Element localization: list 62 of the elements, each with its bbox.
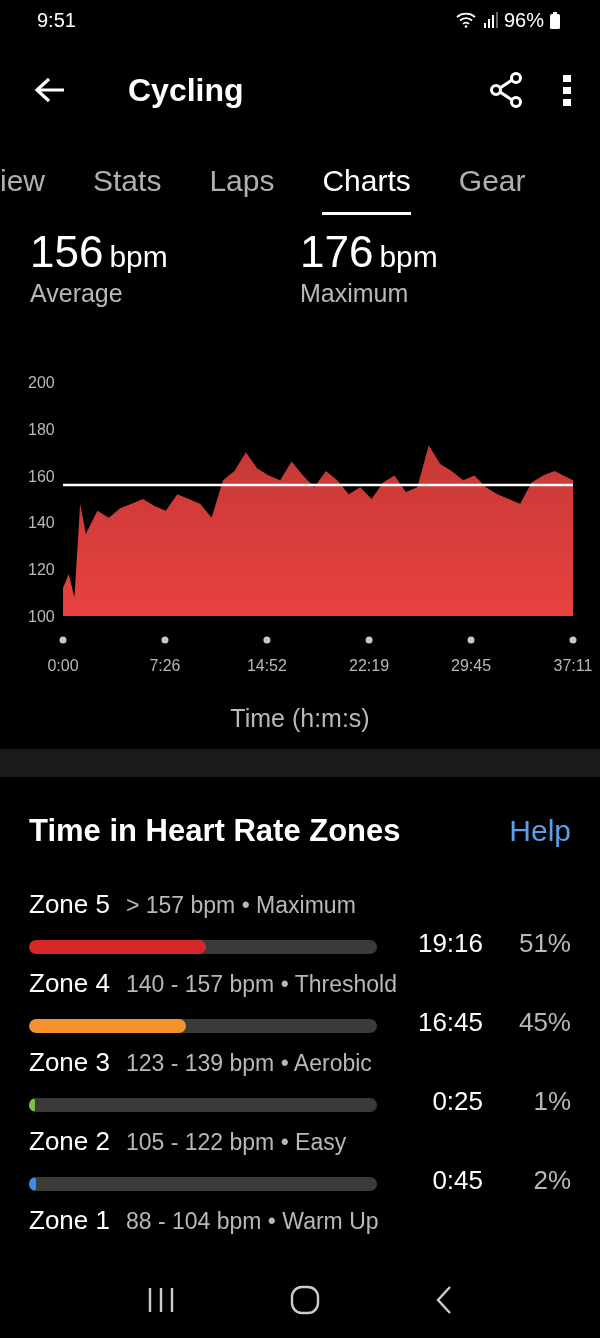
battery-percent: 96% [503, 8, 544, 32]
zone-range: 140 - 157 bpm • Threshold [125, 971, 397, 998]
x-tick-dot [365, 636, 373, 644]
zone-range: 123 - 139 bpm • Aerobic [125, 1050, 372, 1077]
x-tick-label: 22:19 [349, 657, 390, 674]
zone-percent: 1% [532, 1086, 571, 1118]
stat-value: 176 [300, 227, 374, 277]
recent-apps-button[interactable] [147, 1287, 176, 1313]
section-title: Time in Heart Rate Zones [29, 813, 401, 849]
screen-title: Cycling [128, 71, 245, 109]
wifi-icon [455, 12, 478, 28]
x-tick-label: 0:00 [47, 657, 79, 674]
stat-label: Average [30, 279, 124, 308]
stat-unit: bpm [379, 240, 438, 274]
zone-name: Zone 5 [29, 889, 110, 920]
tab[interactable]: Charts [322, 142, 411, 215]
stat-unit: bpm [109, 240, 168, 274]
x-tick-dot [263, 636, 271, 644]
back-nav-button[interactable] [434, 1285, 453, 1315]
x-tick-label: 29:45 [451, 657, 492, 674]
x-tick-dot [569, 636, 577, 644]
y-tick-label: 200 [28, 374, 55, 391]
home-button[interactable] [290, 1285, 320, 1315]
tab[interactable]: Stats [93, 142, 162, 215]
x-tick-label: 37:11 [553, 657, 593, 674]
y-tick-label: 140 [28, 514, 55, 532]
x-tick-dot [467, 636, 475, 644]
zone-range: 88 - 104 bpm • Warm Up [125, 1208, 379, 1235]
tab[interactable]: iew [0, 142, 45, 215]
stat-value: 156 [30, 227, 104, 277]
help-link[interactable]: Help [509, 814, 571, 848]
zone-range: 105 - 122 bpm • Easy [125, 1129, 347, 1156]
zone-time: 19:16 [416, 928, 483, 960]
y-tick-label: 160 [28, 467, 55, 485]
x-tick-label: 7:26 [149, 657, 181, 674]
zone-name: Zone 2 [29, 1126, 110, 1157]
zone-time: 16:45 [416, 1007, 483, 1039]
zone-time: 0:45 [431, 1165, 483, 1197]
tab[interactable]: Gear [458, 142, 526, 215]
more-options-button[interactable] [562, 74, 572, 106]
status-time: 9:51 [37, 8, 76, 32]
back-button[interactable] [34, 76, 66, 104]
zone-name: Zone 1 [29, 1205, 110, 1236]
x-tick-dot [59, 636, 67, 644]
battery-icon [550, 11, 560, 29]
signal-icon [483, 12, 498, 28]
zone-time: 0:25 [431, 1086, 483, 1118]
zone-range: > 157 bpm • Maximum [125, 892, 356, 919]
x-axis-title: Time (h:m:s) [230, 704, 370, 732]
x-tick-label: 14:52 [246, 657, 287, 674]
tab[interactable]: Laps [209, 142, 275, 215]
zone-percent: 51% [517, 928, 571, 960]
zone-name: Zone 3 [29, 1047, 110, 1078]
x-tick-dot [161, 636, 169, 644]
y-tick-label: 100 [28, 608, 55, 625]
stat-label: Maximum [300, 279, 410, 308]
share-button[interactable] [488, 71, 524, 109]
zone-name: Zone 4 [29, 968, 110, 999]
zone-percent: 45% [517, 1007, 571, 1039]
y-tick-label: 120 [28, 561, 55, 579]
zone-percent: 2% [532, 1165, 571, 1197]
y-tick-label: 180 [28, 420, 55, 438]
